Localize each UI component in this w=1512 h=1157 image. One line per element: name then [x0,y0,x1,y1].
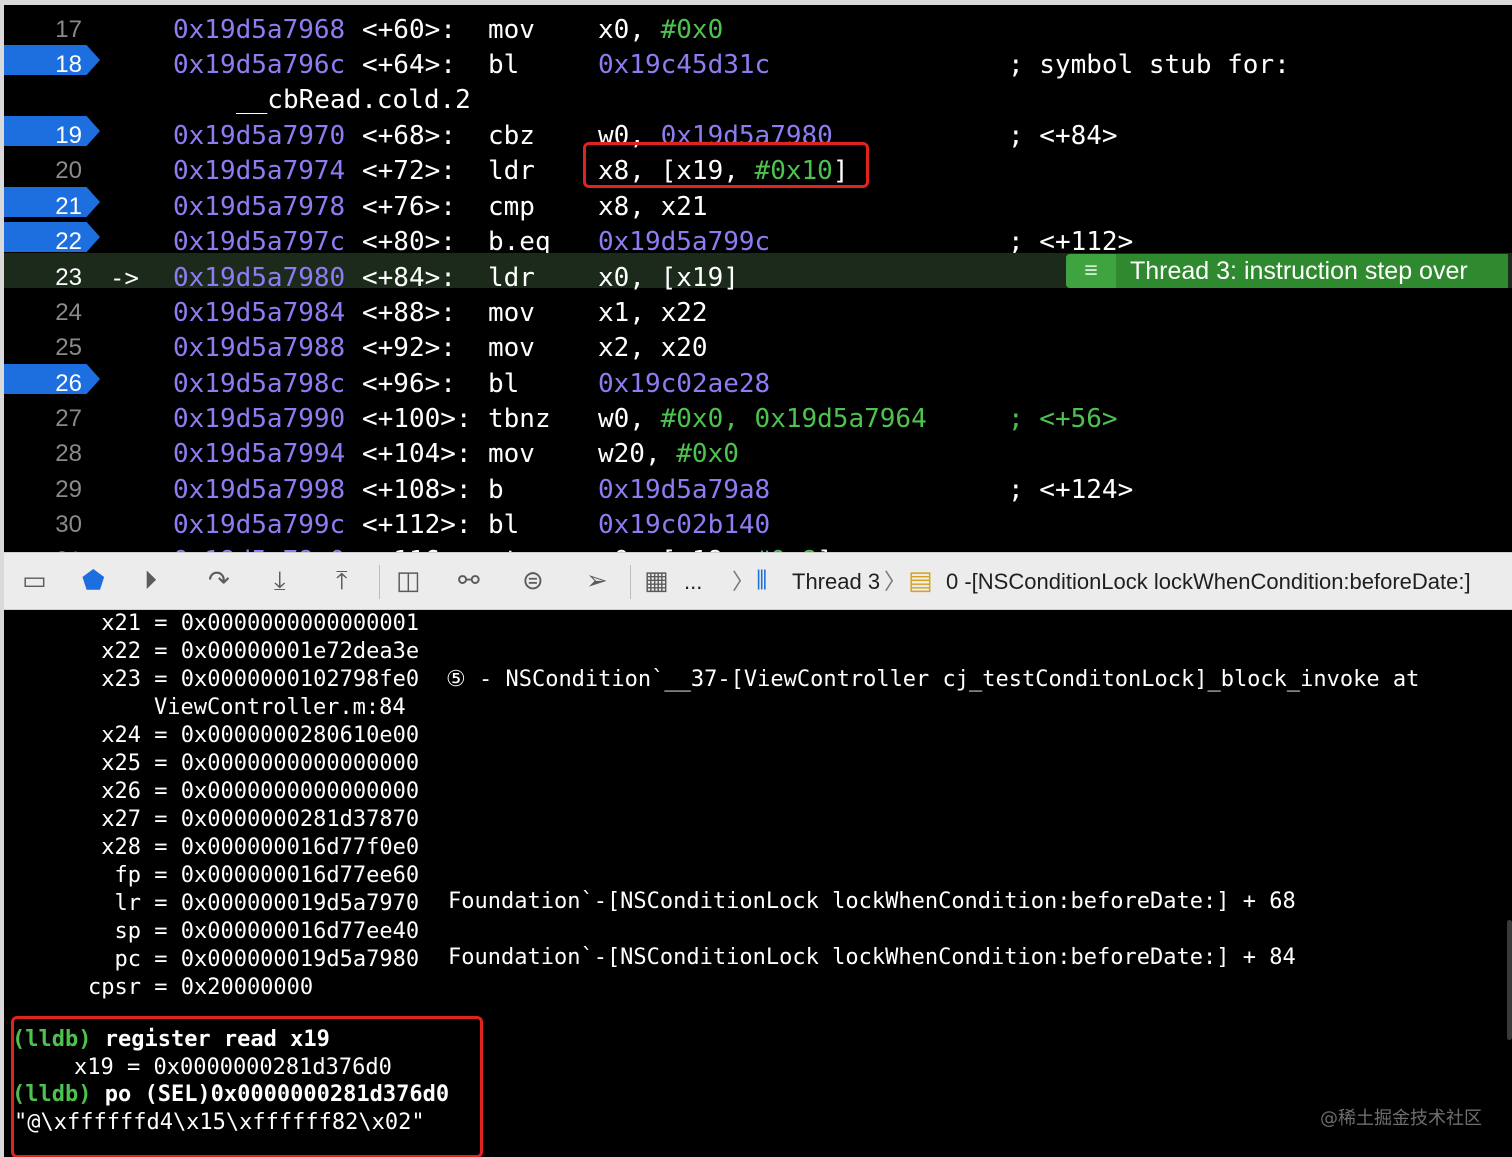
register-line: x24 = 0x0000000280610e00 [88,723,420,748]
lldb-console[interactable]: x21 = 0x0000000000000001 x22 = 0x0000000… [4,610,1512,1157]
hide-debug-area-icon[interactable]: ▭ [22,565,47,597]
breadcrumb-chevron-icon: 〉 [732,569,755,594]
line-number: 28 [55,440,82,467]
disassembly-line[interactable]: 28 0x19d5a7994 <+104>: mov w20, #0x0 [4,429,1512,469]
disassembly-line[interactable]: __cbRead.cold.2 [4,75,1512,115]
line-gutter[interactable]: 20 [4,146,104,184]
register-annotation: ⑤ - NSCondition`__37-[ViewController cj_… [446,667,1420,692]
instruction-offset: <+116>: [362,536,472,552]
line-number: 22 [55,228,82,255]
line-number: 30 [55,511,82,538]
register-annotation: ViewController.m:84 [154,695,406,720]
step-over-icon[interactable]: ↷ [208,565,230,597]
disassembly-line[interactable]: 24 0x19d5a7984 <+88>: mov x1, x22 [4,288,1512,328]
register-line: x26 = 0x0000000000000000 [88,779,420,804]
line-gutter[interactable]: 27 [4,394,104,432]
line-number: 29 [55,476,82,503]
line-gutter[interactable]: 28 [4,429,104,467]
window-left-border [0,0,4,1157]
breadcrumb-thread[interactable]: Thread 3 [792,566,880,598]
line-number: 23 [55,264,82,291]
disassembly-line[interactable]: 31 0x19d5a79a0 <+116>: str x0, [x19, #0x8] [4,536,1512,552]
register-line: pc = 0x000000019d5a7980 [88,947,420,972]
disassembly-line[interactable]: 19 0x19d5a7970 <+68>: cbz w0, 0x19d5a7980; <… [4,111,1512,151]
register-line: lr = 0x000000019d5a7970 [88,891,420,916]
line-gutter[interactable] [4,75,104,110]
register-line: cpsr = 0x20000000 [88,975,314,1000]
disassembly-line[interactable]: 18 0x19d5a796c <+64>: bl 0x19c45d31c; symbol… [4,40,1512,80]
line-number: 26 [55,370,82,397]
disassembly-line[interactable]: 22 0x19d5a797c <+80>: b.eq 0x19d5a799c; <+11… [4,217,1512,257]
highlight-box-lldb-commands [11,1016,483,1157]
register-line: sp = 0x000000016d77ee40 [88,919,420,944]
line-gutter[interactable]: 31 [4,536,104,552]
step-list-icon: ≡ [1066,254,1116,288]
line-gutter[interactable]: 24 [4,288,104,326]
environment-overrides-icon[interactable]: ⊜ [522,565,544,597]
line-gutter[interactable]: 30 [4,500,104,538]
highlight-box-ldr-operand [583,142,869,188]
thread-icon: ⦀ [756,566,768,596]
register-line: x23 = 0x0000000102798fe0 [88,667,420,692]
line-gutter[interactable]: 25 [4,323,104,361]
disassembly-line[interactable]: 17 0x19d5a7968 <+60>: mov x0, #0x0 [4,5,1512,45]
breadcrumb-frame[interactable]: 0 -[NSConditionLock lockWhenCondition:be… [946,566,1471,598]
line-number: 21 [55,193,82,220]
register-annotation: Foundation`-[NSConditionLock lockWhenCon… [448,945,1296,970]
instruction-opcode: str [488,536,535,552]
view-hierarchy-icon[interactable]: ◫ [396,565,421,597]
app-icon[interactable]: ▦ [644,565,669,597]
register-line: x27 = 0x0000000281d37870 [88,807,420,832]
line-gutter[interactable]: 26 [4,359,104,397]
step-into-icon[interactable]: ⤓ [274,565,286,597]
step-message: Thread 3: instruction step over [1130,257,1468,285]
register-line: x25 = 0x0000000000000000 [88,751,420,776]
line-number: 25 [55,334,82,361]
disassembly-line[interactable]: 25 0x19d5a7988 <+92>: mov x2, x20 [4,323,1512,363]
console-scrollbar[interactable] [1507,920,1512,1040]
line-number: 19 [55,122,82,149]
instruction-address: 0x19d5a79a0 [173,536,345,552]
disassembly-line[interactable]: 27 0x19d5a7990 <+100>: tbnz w0, #0x0, 0x19d5… [4,394,1512,434]
debug-toolbar: ▭ ⬟ ⏵ ↷ ⤓ ⤒ ◫ ⚯ ⊜ ➢ ▦ ... 〉 ⦀ Thread 3 〉… [4,552,1512,610]
line-number: 18 [55,51,82,78]
disassembly-line[interactable]: 29 0x19d5a7998 <+108>: b 0x19d5a79a8; <+124> [4,465,1512,505]
toolbar-divider [379,565,380,599]
breadcrumb-ellipsis[interactable]: ... [684,566,702,598]
line-gutter[interactable]: 21 [4,182,104,220]
line-gutter[interactable]: 22 [4,217,104,255]
watermark: @稀土掘金技术社区 [1320,1108,1482,1129]
line-gutter[interactable]: 23 [4,253,104,291]
register-line: x21 = 0x0000000000000001 [88,611,420,636]
line-gutter[interactable]: 17 [4,5,104,43]
breakpoints-toggle-icon[interactable]: ⬟ [82,565,105,597]
line-number: 17 [55,16,82,43]
instruction-operands: x0, [x19, #0x8] [598,536,833,552]
toolbar-divider [630,565,631,599]
step-out-icon[interactable]: ⤒ [336,565,348,597]
line-number: 31 [4,536,82,552]
breadcrumb-chevron-icon: 〉 [884,569,907,594]
disassembly-line[interactable]: 26 0x19d5a798c <+96>: bl 0x19c02ae28 [4,359,1512,399]
register-annotation: Foundation`-[NSConditionLock lockWhenCon… [448,889,1296,914]
line-gutter[interactable]: 19 [4,111,104,149]
stack-frame-icon: ▤ [908,566,933,596]
continue-icon[interactable]: ⏵ [144,565,157,597]
line-number: 27 [55,405,82,432]
line-number [4,75,82,110]
line-gutter[interactable]: 29 [4,465,104,503]
line-gutter[interactable]: 18 [4,40,104,78]
instruction-step-badge: ≡ Thread 3: instruction step over [1066,254,1508,288]
line-number: 20 [55,157,82,184]
register-line: x22 = 0x00000001e72dea3e [88,639,420,664]
disassembly-line[interactable]: 30 0x19d5a799c <+112>: bl 0x19c02b140 [4,500,1512,540]
simulate-location-icon[interactable]: ➢ [586,565,608,597]
register-line: fp = 0x000000016d77ee60 [88,863,420,888]
memory-graph-icon[interactable]: ⚯ [458,565,480,597]
register-line: x28 = 0x000000016d77f0e0 [88,835,420,860]
line-number: 24 [55,299,82,326]
